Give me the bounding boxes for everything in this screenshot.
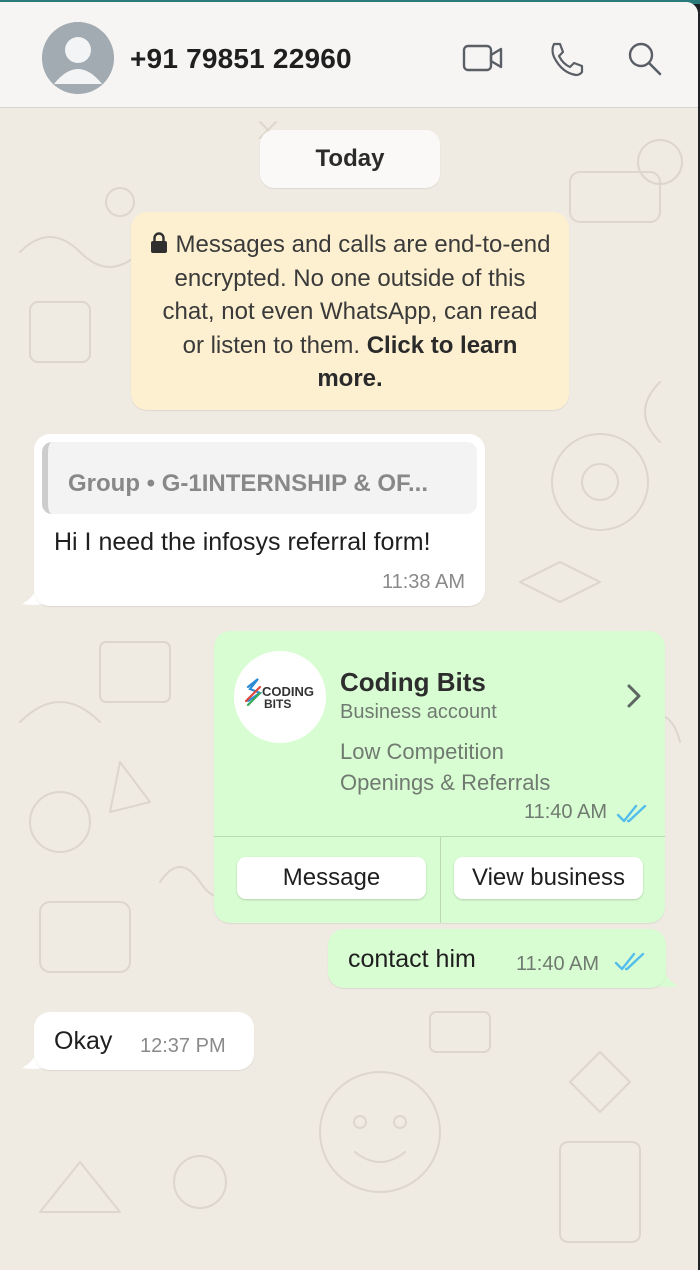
message-text: Hi I need the infosys referral form! [54, 528, 431, 556]
view-business-button[interactable]: View business [454, 857, 643, 899]
incoming-message[interactable]: Okay 12:37 PM [34, 1012, 254, 1070]
chat-header: +91 79851 22960 [0, 2, 698, 108]
message-time: 11:38 AM [381, 571, 465, 593]
video-call-icon[interactable] [461, 38, 505, 78]
message-text: contact him [348, 945, 476, 973]
default-avatar-icon [42, 22, 114, 94]
encryption-notice[interactable]: Messages and calls are end-to-end encryp… [131, 212, 569, 410]
incoming-message[interactable]: Group • G-1INTERNSHIP & OF... Hi I need … [34, 434, 485, 606]
voice-call-icon[interactable] [544, 38, 588, 78]
business-logo[interactable]: CODING BITS [234, 651, 326, 743]
date-separator: Today [260, 130, 440, 188]
business-name: Coding Bits [340, 667, 486, 697]
contact-avatar[interactable] [42, 22, 114, 94]
quoted-message[interactable]: Group • G-1INTERNSHIP & OF... [42, 442, 477, 514]
read-receipt-icon [614, 952, 645, 971]
message-business-button[interactable]: Message [237, 857, 426, 899]
search-icon[interactable] [624, 38, 668, 78]
business-account-label: Business account [340, 701, 497, 723]
message-time: 11:40 AM [523, 801, 607, 823]
message-text: Okay [54, 1027, 113, 1055]
message-time: 11:40 AM [516, 953, 600, 975]
business-description: Low Competition [340, 739, 504, 764]
coding-bits-logo: CODING BITS [234, 651, 326, 743]
business-contact-card[interactable]: CODING BITS Coding Bits Business account… [214, 631, 665, 923]
outgoing-message[interactable]: contact him 11:40 AM [328, 929, 666, 988]
contact-name[interactable]: +91 79851 22960 [130, 43, 352, 75]
divider [440, 836, 441, 923]
chevron-right-icon[interactable] [622, 681, 646, 711]
lock-icon [150, 232, 167, 253]
business-description: Openings & Referrals [340, 770, 551, 795]
read-receipt-icon [616, 804, 647, 823]
svg-text:BITS: BITS [264, 697, 291, 711]
chat-window: +91 79851 22960 Today Messages and calls… [0, 2, 698, 1270]
message-time: 12:37 PM [140, 1035, 226, 1057]
quoted-source: Group • G-1INTERNSHIP & OF... [68, 470, 428, 497]
